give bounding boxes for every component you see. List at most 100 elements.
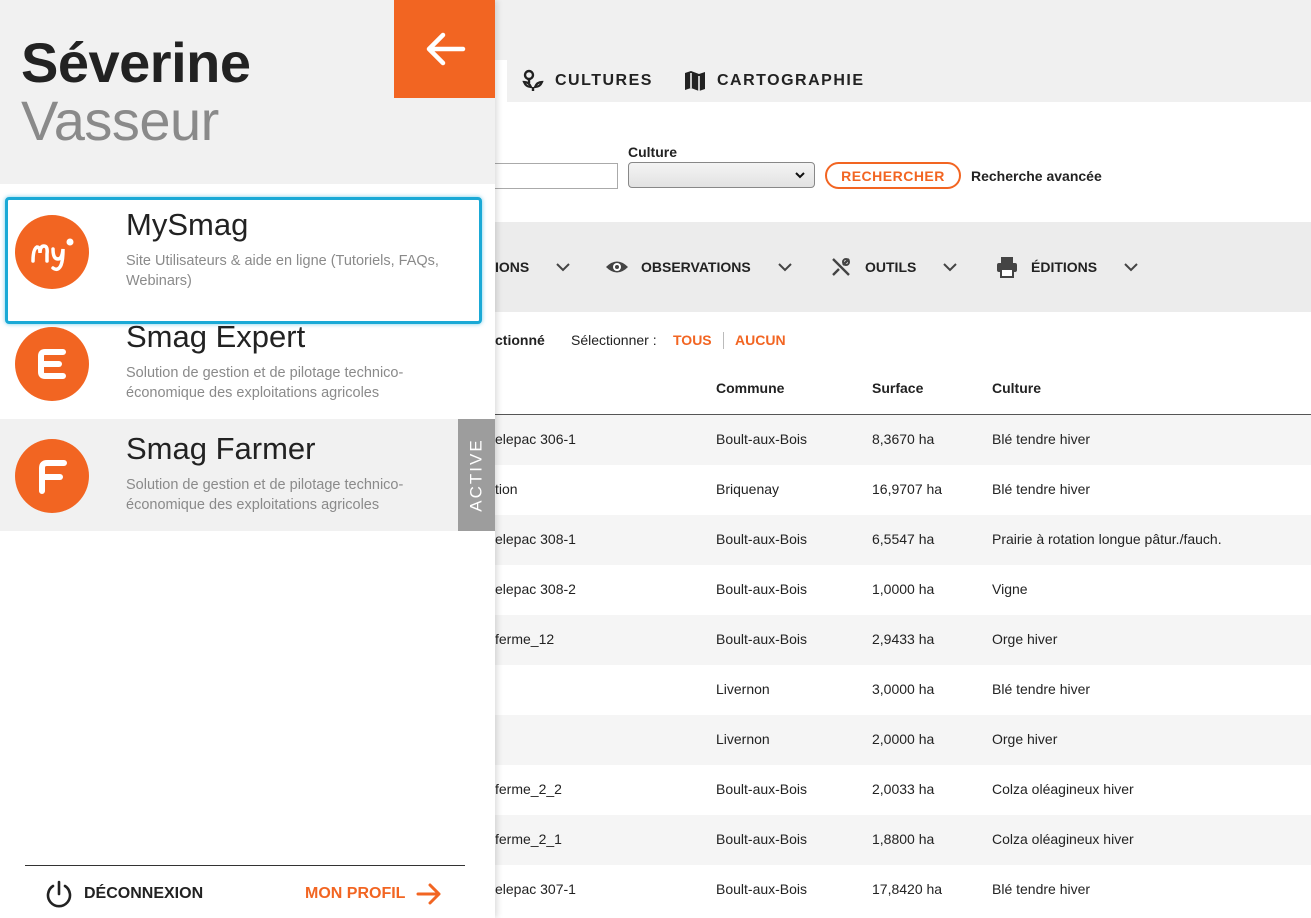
- selection-bar: ctionné Sélectionner : TOUS AUCUN: [495, 312, 1311, 367]
- table-row[interactable]: ferme_2_1 Boult-aux-Bois 1,8800 ha Colza ol…: [495, 815, 1311, 865]
- user-drawer: Séverine Vasseur MySmag Site Utilisateur…: [0, 0, 495, 918]
- arrow-left-icon: [426, 32, 465, 66]
- tab-cultures[interactable]: CULTURES: [521, 60, 653, 102]
- table-header: Commune Surface Culture: [495, 367, 1311, 415]
- app-item-smag-expert[interactable]: Smag Expert Solution de gestion et de pi…: [0, 307, 495, 419]
- advanced-search-link[interactable]: Recherche avancée: [971, 168, 1102, 184]
- app-description: Solution de gestion et de pilotage techn…: [126, 365, 404, 401]
- cell-culture: Blé tendre hiver: [992, 481, 1091, 497]
- table-row[interactable]: ferme_2_2 Boult-aux-Bois 2,0033 ha Colza ol…: [495, 765, 1311, 815]
- cell-commune: Boult-aux-Bois: [716, 781, 808, 797]
- close-drawer-button[interactable]: [394, 0, 495, 98]
- cell-commune: Boult-aux-Bois: [716, 531, 808, 547]
- app-name: Smag Expert: [126, 319, 306, 354]
- chevron-down-icon: [795, 172, 805, 179]
- seedling-icon: [522, 69, 544, 91]
- cell-parcel: tion: [495, 481, 518, 497]
- cell-commune: Livernon: [716, 731, 770, 747]
- toolbar-item-interventions-label: IONS: [495, 259, 530, 275]
- smag-expert-logo: [15, 327, 89, 401]
- cell-parcel: elepac 308-2: [495, 581, 576, 597]
- cell-commune: Boult-aux-Bois: [716, 431, 808, 447]
- culture-label: Culture: [628, 144, 677, 160]
- app-description: Solution de gestion et de pilotage techn…: [126, 477, 404, 513]
- footer-divider: [25, 865, 465, 866]
- cell-parcel: ferme_12: [495, 631, 555, 647]
- user-last-name: Vasseur: [21, 89, 219, 152]
- cell-surface: 1,8800 ha: [872, 831, 935, 847]
- tools-icon: [832, 258, 850, 276]
- cell-commune: Livernon: [716, 681, 770, 697]
- power-icon: [46, 880, 72, 908]
- app-item-mysmag[interactable]: MySmag Site Utilisateurs & aide en ligne…: [0, 195, 495, 307]
- chevron-down-icon: [556, 263, 570, 272]
- chevron-down-icon: [943, 263, 958, 272]
- toolbar-item-outils[interactable]: OUTILS: [829, 252, 958, 282]
- table-row[interactable]: elepac 307-1 Boult-aux-Bois 17,8420 ha Blé …: [495, 865, 1311, 915]
- chevron-down-icon: [777, 263, 792, 272]
- cell-culture: Orge hiver: [992, 731, 1058, 747]
- column-header-commune[interactable]: Commune: [716, 380, 784, 396]
- cell-commune: Boult-aux-Bois: [716, 581, 808, 597]
- cell-surface: 16,9707 ha: [872, 481, 943, 497]
- cell-culture: Blé tendre hiver: [992, 431, 1091, 447]
- active-tab-stub: [495, 60, 507, 102]
- select-all-link[interactable]: TOUS: [673, 332, 712, 348]
- table-row[interactable]: elepac 306-1 Boult-aux-Bois 8,3670 ha Blé t…: [495, 415, 1311, 465]
- cell-commune: Briquenay: [716, 481, 780, 497]
- eye-icon: [606, 261, 628, 273]
- app-name: Smag Farmer: [126, 431, 316, 466]
- cell-culture: Vigne: [992, 581, 1028, 597]
- smag-farmer-logo-icon: [39, 460, 67, 494]
- tab-cartographie[interactable]: CARTOGRAPHIE: [683, 60, 865, 102]
- arrow-right-icon: [416, 883, 441, 905]
- cell-surface: 1,0000 ha: [872, 581, 935, 597]
- chevron-down-icon: [1124, 263, 1138, 272]
- culture-select[interactable]: [628, 162, 815, 188]
- cell-culture: Colza oléagineux hiver: [992, 831, 1134, 847]
- active-badge-label: ACTIVE: [466, 438, 486, 512]
- cell-parcel: elepac 307-1: [495, 881, 576, 897]
- cell-parcel: ferme_2_1: [495, 831, 562, 847]
- cell-surface: 17,8420 ha: [872, 881, 943, 897]
- column-header-culture[interactable]: Culture: [992, 380, 1041, 396]
- table-row[interactable]: elepac 308-1 Boult-aux-Bois 6,5547 ha Prair…: [495, 515, 1311, 565]
- select-label: Sélectionner :: [571, 332, 657, 348]
- smag-farmer-logo: [15, 439, 89, 513]
- table-row[interactable]: elepac 308-2 Boult-aux-Bois 1,0000 ha Vigne: [495, 565, 1311, 615]
- printer-icon: [997, 257, 1017, 278]
- cell-commune: Boult-aux-Bois: [716, 881, 808, 897]
- table-row[interactable]: Livernon 2,0000 ha Orge hiver: [495, 715, 1311, 765]
- cell-parcel: elepac 308-1: [495, 531, 576, 547]
- app-item-smag-farmer[interactable]: Smag Farmer Solution de gestion et de pi…: [0, 419, 495, 531]
- app-list: MySmag Site Utilisateurs & aide en ligne…: [0, 195, 495, 531]
- map-icon: [685, 71, 705, 91]
- toolbar-item-editions[interactable]: ÉDITIONS: [995, 252, 1139, 282]
- cell-surface: 2,0033 ha: [872, 781, 935, 797]
- table-row[interactable]: tion Briquenay 16,9707 ha Blé tendre hiver: [495, 465, 1311, 515]
- user-first-name: Séverine: [21, 31, 251, 94]
- logout-button[interactable]: DÉCONNEXION: [44, 878, 203, 910]
- column-header-surface[interactable]: Surface: [872, 380, 923, 396]
- search-name-input[interactable]: [495, 163, 618, 189]
- toolbar-item-observations[interactable]: OBSERVATIONS: [605, 252, 793, 282]
- my-profile-button[interactable]: MON PROFIL: [305, 878, 443, 910]
- cell-culture: Blé tendre hiver: [992, 681, 1091, 697]
- cell-surface: 2,0000 ha: [872, 731, 935, 747]
- mysmag-logo-icon: [31, 238, 74, 272]
- cell-commune: Boult-aux-Bois: [716, 831, 808, 847]
- toolbar-item-editions-label: ÉDITIONS: [1031, 259, 1098, 275]
- toolbar-item-outils-label: OUTILS: [865, 259, 917, 275]
- table-row[interactable]: Livernon 3,0000 ha Blé tendre hiver: [495, 665, 1311, 715]
- cell-parcel: elepac 306-1: [495, 431, 576, 447]
- toolbar-item-interventions[interactable]: IONS: [495, 252, 571, 282]
- cell-culture: Blé tendre hiver: [992, 881, 1091, 897]
- cell-surface: 6,5547 ha: [872, 531, 935, 547]
- table-row[interactable]: ferme_12 Boult-aux-Bois 2,9433 ha Orge hive…: [495, 615, 1311, 665]
- cell-commune: Boult-aux-Bois: [716, 631, 808, 647]
- main-nav: CULTURES CARTOGRAPHIE: [495, 60, 1311, 102]
- search-button[interactable]: RECHERCHER: [825, 162, 961, 189]
- cell-culture: Orge hiver: [992, 631, 1058, 647]
- select-none-link[interactable]: AUCUN: [735, 332, 786, 348]
- tab-cartographie-label: CARTOGRAPHIE: [717, 72, 865, 89]
